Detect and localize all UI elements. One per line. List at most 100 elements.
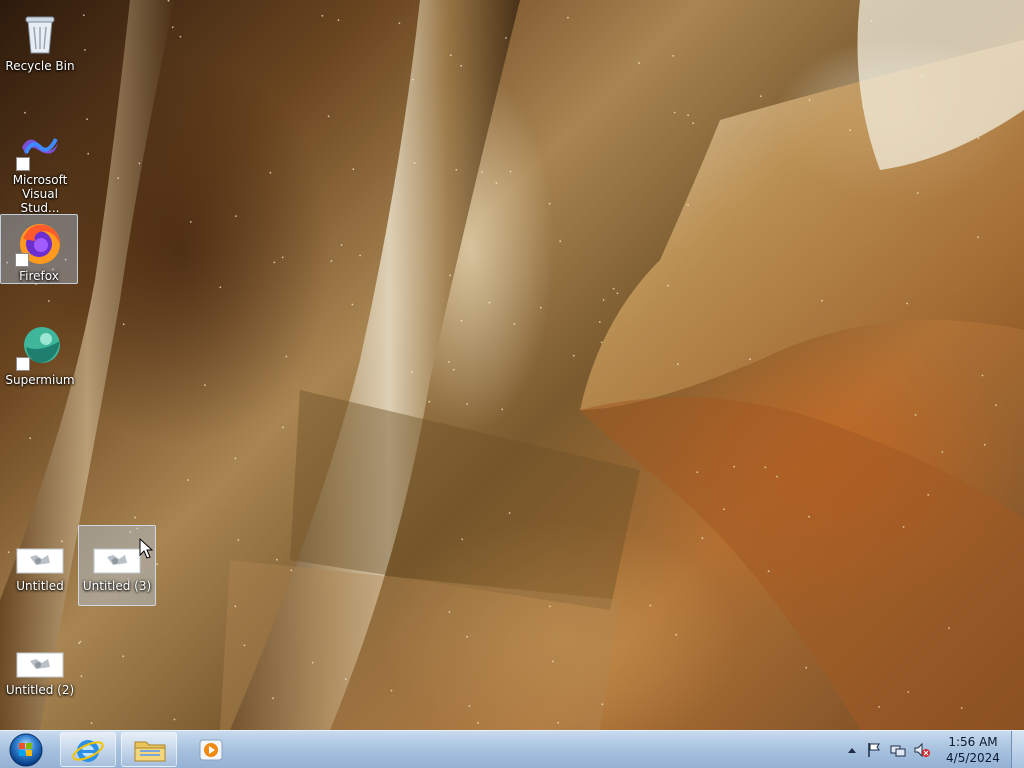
- sparkle-dot: [907, 691, 910, 693]
- sparkle-dot: [821, 299, 823, 302]
- sparkle-dot: [701, 537, 704, 540]
- sparkle-dot: [352, 168, 355, 171]
- sparkle-dot: [86, 118, 88, 120]
- sparkle-dot: [505, 37, 507, 39]
- show-desktop-button[interactable]: [1011, 731, 1024, 768]
- sparkle-dot: [359, 254, 361, 257]
- sparkle-dot: [466, 403, 469, 405]
- sparkle-dot: [941, 451, 944, 453]
- sparkle-dot: [995, 404, 997, 406]
- sparkle-dot: [916, 192, 919, 195]
- sparkle-dot: [673, 111, 676, 114]
- sparkle-dot: [513, 323, 516, 325]
- sparkle-dot: [82, 14, 85, 17]
- sparkle-dot: [84, 49, 86, 51]
- sparkle-dot: [327, 115, 330, 118]
- sparkle-dot: [460, 319, 463, 322]
- wallpaper: [0, 0, 1024, 730]
- sparkle-dot: [398, 22, 401, 25]
- sparkle-dot: [692, 122, 695, 124]
- sparkle-dot: [672, 55, 675, 57]
- sparkle-dot: [870, 20, 873, 22]
- sparkle-dot: [849, 129, 852, 132]
- sparkle-dot: [219, 286, 222, 289]
- network-icon[interactable]: [890, 742, 906, 758]
- start-button[interactable]: [6, 732, 46, 768]
- sparkle-dot: [390, 689, 393, 692]
- sparkle-dot: [509, 170, 512, 173]
- sparkle-dot: [117, 177, 120, 180]
- sparkle-dot: [449, 274, 451, 277]
- sparkle-dot: [281, 256, 284, 259]
- sparkle-dot: [466, 635, 469, 638]
- sparkle-dot: [557, 721, 560, 724]
- sparkle-dot: [282, 426, 284, 429]
- sparkle-dot: [508, 512, 511, 514]
- sparkle-dot: [412, 78, 414, 81]
- sparkle-dot: [351, 303, 354, 306]
- shortcut-arrow-icon: [15, 253, 29, 267]
- visual-studio-icon: [16, 123, 64, 171]
- sparkle-dot: [79, 640, 82, 643]
- sparkle-dot: [539, 306, 542, 309]
- sparkle-dot: [598, 321, 601, 323]
- sparkle-dot: [330, 260, 333, 262]
- desktop-icon-untitled[interactable]: Untitled: [1, 538, 79, 594]
- show-hidden-icons-chevron[interactable]: [844, 742, 860, 758]
- firefox-icon: [15, 219, 63, 267]
- sparkle-dot: [234, 457, 237, 460]
- sparkle-dot: [548, 202, 551, 205]
- desktop-icon-firefox[interactable]: Firefox: [0, 214, 78, 284]
- sparkle-dot: [455, 168, 458, 171]
- desktop-icon-recycle-bin[interactable]: Recycle Bin: [1, 4, 79, 74]
- sparkle-dot: [878, 706, 880, 708]
- volume-muted-icon[interactable]: [914, 742, 930, 758]
- desktop-icon-supermium[interactable]: Supermium: [1, 318, 79, 388]
- sparkle-dot: [171, 26, 174, 29]
- taskbar-media-player[interactable]: [188, 732, 234, 767]
- sparkle-dot: [808, 515, 810, 518]
- folder-icon: [134, 741, 166, 762]
- sparkle-dot: [477, 722, 479, 724]
- sparkle-dot: [696, 471, 699, 474]
- sparkle-dot: [337, 19, 340, 21]
- desktop-icon-label: Untitled: [16, 579, 64, 593]
- clock[interactable]: 1:56 AM 4/5/2024: [936, 734, 1010, 766]
- desktop-icon-untitled-2[interactable]: Untitled (2): [1, 642, 79, 698]
- sparkle-dot: [927, 494, 930, 496]
- desktop-background[interactable]: Recycle Bin Microsoft Visual Stud... Fir…: [0, 0, 1024, 730]
- sparkle-dot: [723, 508, 725, 511]
- shortcut-arrow-icon: [16, 357, 30, 371]
- sparkle-dot: [977, 236, 979, 239]
- taskbar-windows-explorer[interactable]: [121, 732, 177, 767]
- sparkle-dot: [187, 479, 190, 481]
- sparkle-dot: [960, 707, 963, 709]
- sparkle-dot: [977, 137, 980, 140]
- sparkle-dot: [638, 62, 640, 64]
- sparkle-dot: [413, 162, 416, 164]
- sparkle-dot: [340, 244, 343, 246]
- image-file-icon: [93, 543, 141, 577]
- sparkle-dot: [549, 605, 551, 608]
- taskbar-internet-explorer[interactable]: [60, 732, 116, 767]
- sparkle-dot: [667, 284, 669, 287]
- sparkle-dot: [600, 341, 603, 344]
- sparkle-dot: [948, 627, 950, 629]
- sparkle-dot: [321, 14, 324, 17]
- sparkle-dot: [468, 705, 471, 707]
- sparkle-dot: [687, 114, 689, 117]
- sparkle-dot: [649, 604, 652, 607]
- sparkle-dot: [760, 95, 762, 98]
- action-center-flag-icon[interactable]: [866, 742, 882, 758]
- sparkle-dot: [189, 221, 192, 223]
- sparkle-dot: [273, 261, 276, 264]
- shortcut-arrow-icon: [16, 157, 30, 171]
- sparkle-dot: [269, 171, 272, 174]
- sparkle-dot: [687, 204, 689, 206]
- sparkle-dot: [156, 563, 159, 566]
- sparkle-dot: [448, 611, 451, 613]
- desktop-icon-visual-studio[interactable]: Microsoft Visual Stud...: [1, 118, 79, 216]
- sparkle-dot: [677, 363, 679, 366]
- clock-date: 4/5/2024: [946, 751, 1000, 765]
- sparkle-dot: [80, 675, 83, 678]
